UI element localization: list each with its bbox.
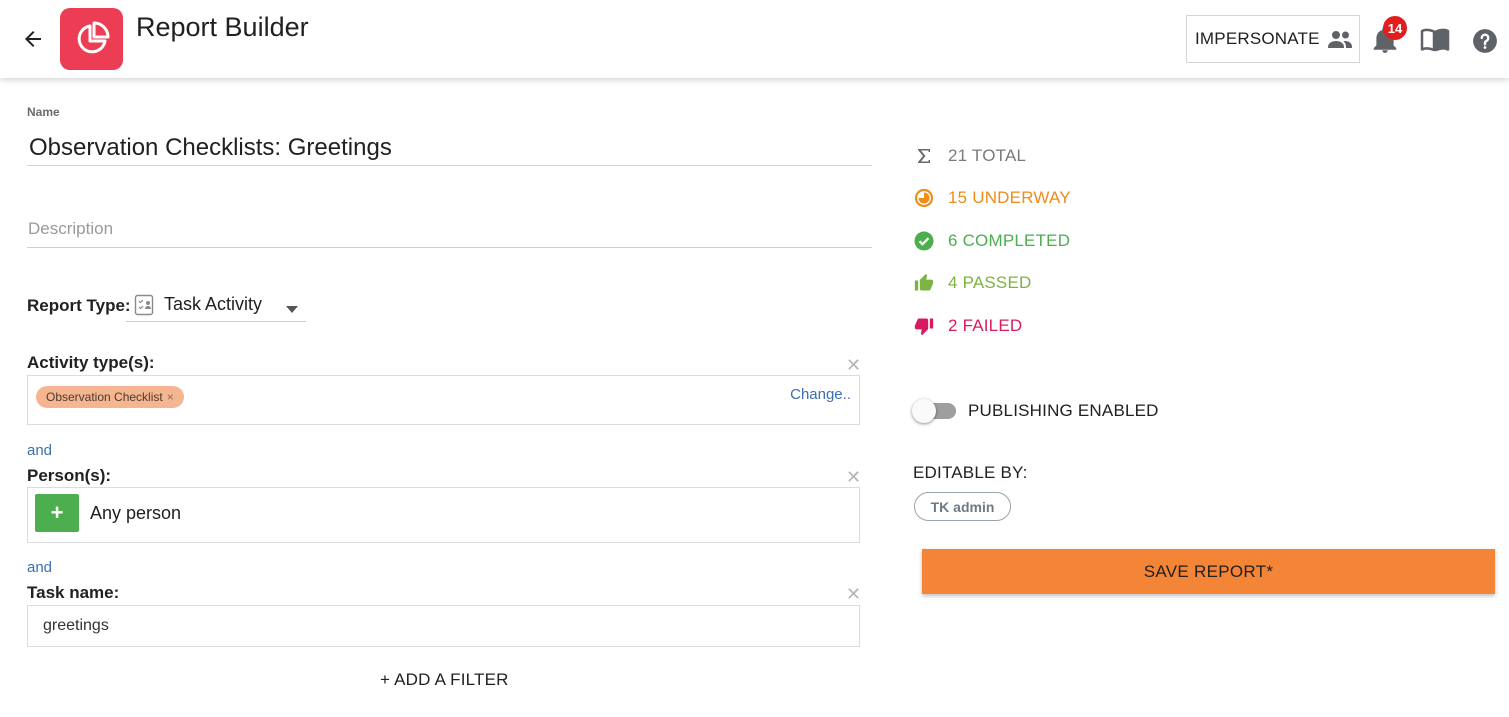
and-connector: and xyxy=(27,559,53,576)
thumbs-up-icon xyxy=(913,272,935,294)
remove-chip-icon[interactable]: × xyxy=(167,390,174,404)
impersonate-button[interactable]: IMPERSONATE xyxy=(1186,15,1360,63)
task-clipboard-icon xyxy=(134,294,154,316)
back-arrow-icon[interactable] xyxy=(18,24,48,54)
description-input[interactable] xyxy=(27,210,872,248)
any-person-text: Any person xyxy=(90,503,182,523)
name-label: Name xyxy=(27,105,60,119)
people-icon xyxy=(1326,28,1354,50)
remove-person-filter-icon[interactable]: ✕ xyxy=(846,468,861,486)
stat-completed-text: 6 COMPLETED xyxy=(948,231,1071,250)
and-connector: and xyxy=(27,442,53,459)
remove-activity-filter-icon[interactable]: ✕ xyxy=(846,356,861,374)
task-name-input[interactable] xyxy=(28,606,859,646)
top-app-bar: Report Builder IMPERSONATE 14 xyxy=(0,0,1509,78)
report-type-value: Task Activity xyxy=(164,294,263,314)
add-person-button[interactable]: + xyxy=(35,494,79,532)
stat-passed: 4 PASSED xyxy=(913,272,1032,294)
task-name-label: Task name: xyxy=(27,583,120,602)
stat-failed-text: 2 FAILED xyxy=(948,316,1023,335)
notification-count-badge: 14 xyxy=(1383,16,1407,40)
report-name-input[interactable] xyxy=(27,130,872,166)
activity-type-chip: Observation Checklist × xyxy=(36,386,184,408)
publishing-label: PUBLISHING ENABLED xyxy=(968,401,1159,420)
check-circle-icon xyxy=(913,230,935,252)
impersonate-label: IMPERSONATE xyxy=(1195,29,1320,48)
stat-underway: 15 UNDERWAY xyxy=(913,187,1071,209)
report-type-select[interactable]: Task Activity xyxy=(126,288,306,322)
caret-down-icon xyxy=(286,300,298,318)
toggle-knob xyxy=(912,399,936,423)
editor-chip[interactable]: TK admin xyxy=(914,492,1011,521)
editable-by-label: EDITABLE BY: xyxy=(913,463,1028,482)
help-icon[interactable] xyxy=(1472,28,1498,59)
stat-underway-text: 15 UNDERWAY xyxy=(948,188,1071,207)
stat-total-text: 21 TOTAL xyxy=(948,146,1027,165)
plus-icon: + xyxy=(50,500,64,525)
stat-failed: 2 FAILED xyxy=(913,315,1022,337)
stat-passed-text: 4 PASSED xyxy=(948,273,1032,292)
persons-label: Person(s): xyxy=(27,466,112,485)
sigma-icon xyxy=(913,145,935,167)
underway-icon xyxy=(913,187,935,209)
activity-types-label: Activity type(s): xyxy=(27,353,155,372)
activity-types-box: Observation Checklist × Change.. xyxy=(27,375,860,425)
save-report-button[interactable]: SAVE REPORT* xyxy=(922,549,1495,594)
persons-box: + Any person xyxy=(27,487,860,543)
report-type-label: Report Type: xyxy=(27,296,131,315)
stat-total: 21 TOTAL xyxy=(913,145,1026,167)
thumbs-down-icon xyxy=(913,315,935,337)
remove-task-filter-icon[interactable]: ✕ xyxy=(846,585,861,603)
app-title: Report Builder xyxy=(136,12,309,42)
book-icon[interactable] xyxy=(1420,28,1450,57)
change-activity-link[interactable]: Change.. xyxy=(790,386,851,403)
activity-chip-label: Observation Checklist xyxy=(46,390,163,404)
task-name-box xyxy=(27,605,860,647)
add-filter-button[interactable]: + ADD A FILTER xyxy=(380,670,509,690)
stat-completed: 6 COMPLETED xyxy=(913,230,1070,252)
publishing-toggle[interactable] xyxy=(912,399,958,423)
report-builder-logo xyxy=(60,8,123,70)
pie-chart-icon xyxy=(77,21,109,54)
